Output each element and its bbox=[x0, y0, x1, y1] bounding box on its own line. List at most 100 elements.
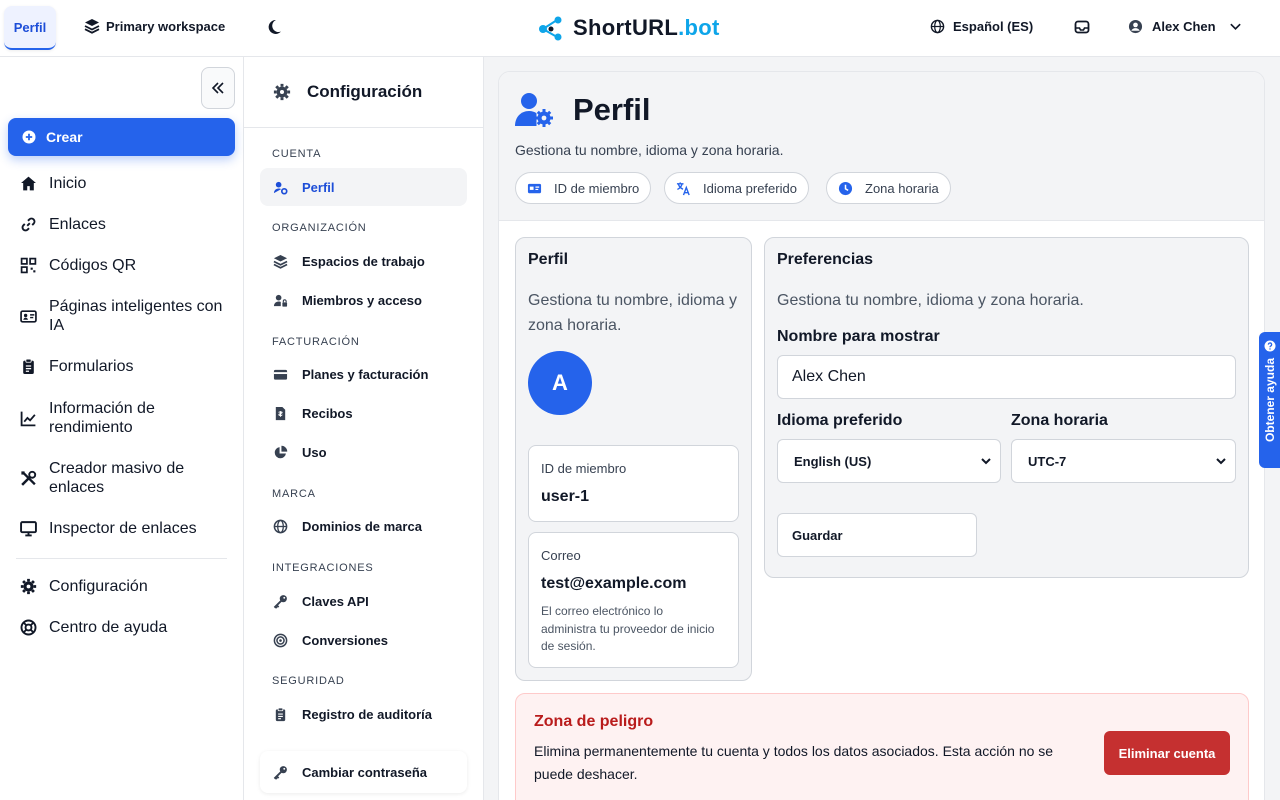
user-menu[interactable]: Alex Chen bbox=[1128, 19, 1242, 34]
display-name-label: Nombre para mostrar bbox=[777, 328, 940, 345]
workspace-switcher[interactable]: Primary workspace bbox=[84, 18, 225, 34]
logo-text: ShortURL.bot bbox=[573, 15, 720, 41]
chevron-down-icon bbox=[1215, 455, 1227, 467]
settings-item-dominios[interactable]: Dominios de marca bbox=[260, 507, 467, 545]
sidebar-item-rendimiento[interactable]: Información de rendimiento bbox=[20, 399, 230, 437]
clipboard-icon bbox=[273, 707, 288, 722]
danger-zone-title: Zona de peligro bbox=[534, 713, 654, 730]
language-select[interactable]: English (US) bbox=[777, 439, 1001, 483]
preferences-card-title: Preferencias bbox=[777, 251, 874, 268]
display-name-input[interactable] bbox=[777, 355, 1236, 399]
sidebar-item-label: Páginas inteligentes con IA bbox=[49, 298, 223, 334]
preferences-card: Preferencias Gestiona tu nombre, idioma … bbox=[764, 237, 1249, 578]
chevron-down-icon bbox=[980, 455, 992, 467]
profile-card-description: Gestiona tu nombre, idioma y zona horari… bbox=[528, 292, 737, 334]
settings-item-planes[interactable]: Planes y facturación bbox=[260, 355, 467, 393]
sidebar-item-configuracion[interactable]: Configuración bbox=[20, 577, 230, 596]
settings-item-recibos[interactable]: Recibos bbox=[260, 394, 467, 432]
link-icon bbox=[20, 216, 37, 233]
user-gear-icon bbox=[273, 180, 288, 195]
settings-item-uso[interactable]: Uso bbox=[260, 433, 467, 471]
settings-item-conversiones[interactable]: Conversiones bbox=[260, 621, 467, 659]
logo-icon bbox=[537, 14, 565, 42]
settings-item-claves-api[interactable]: Claves API bbox=[260, 582, 467, 620]
settings-header: Configuración bbox=[244, 57, 483, 128]
create-button[interactable]: Crear bbox=[8, 118, 235, 156]
logo[interactable]: ShortURL.bot bbox=[537, 14, 720, 42]
settings-item-label: Dominios de marca bbox=[302, 518, 422, 534]
inbox-icon[interactable] bbox=[1074, 19, 1090, 35]
collapse-sidebar-button[interactable] bbox=[201, 67, 235, 109]
settings-item-cambiar-contrasena[interactable]: Cambiar contraseña bbox=[260, 751, 467, 793]
chip-label: ID de miembro bbox=[554, 180, 640, 196]
help-tab[interactable]: Obtener ayuda bbox=[1259, 332, 1280, 468]
sidebar: Crear Inicio Enlaces Códigos QR Páginas … bbox=[0, 57, 244, 800]
member-id-box: ID de miembro user-1 bbox=[528, 445, 739, 522]
language-selector[interactable]: Español (ES) bbox=[930, 19, 1033, 34]
settings-title: Configuración bbox=[307, 82, 423, 101]
sidebar-item-paginas-ia[interactable]: Páginas inteligentes con IA bbox=[20, 297, 230, 335]
sidebar-item-label: Centro de ayuda bbox=[49, 619, 168, 636]
settings-item-label: Planes y facturación bbox=[302, 366, 429, 382]
settings-item-miembros[interactable]: Miembros y acceso bbox=[260, 281, 467, 319]
chip-label: Idioma preferido bbox=[703, 180, 797, 196]
user-name: Alex Chen bbox=[1152, 19, 1216, 34]
member-id-value: user-1 bbox=[541, 488, 590, 505]
chip-label: Zona horaria bbox=[865, 180, 939, 196]
top-bar: Perfil Primary workspace ShortURL.bot Es… bbox=[0, 0, 1280, 57]
settings-item-espacios[interactable]: Espacios de trabajo bbox=[260, 242, 467, 280]
monitor-icon bbox=[20, 520, 37, 537]
settings-item-label: Registro de auditoría bbox=[302, 706, 433, 722]
layers-icon bbox=[273, 254, 288, 269]
pie-chart-icon bbox=[273, 445, 288, 460]
danger-zone: Zona de peligro Elimina permanentemente … bbox=[515, 693, 1249, 800]
sidebar-item-enlaces[interactable]: Enlaces bbox=[20, 215, 230, 234]
sidebar-item-label: Inicio bbox=[49, 175, 87, 192]
tools-icon bbox=[20, 470, 37, 487]
main-content: Perfil Gestiona tu nombre, idioma y zona… bbox=[484, 57, 1280, 800]
page-description: Gestiona tu nombre, idioma y zona horari… bbox=[515, 142, 784, 158]
chip-member-id[interactable]: ID de miembro bbox=[515, 172, 652, 204]
sidebar-item-label: Códigos QR bbox=[49, 257, 137, 274]
page-title: Perfil bbox=[515, 92, 651, 128]
chip-timezone[interactable]: Zona horaria bbox=[826, 172, 951, 204]
save-button[interactable]: Guardar bbox=[777, 513, 977, 557]
member-id-label: ID de miembro bbox=[541, 461, 627, 476]
email-value: test@example.com bbox=[541, 575, 687, 592]
delete-account-button[interactable]: Eliminar cuenta bbox=[1104, 731, 1230, 775]
sidebar-item-centro-ayuda[interactable]: Centro de ayuda bbox=[20, 618, 230, 637]
home-icon bbox=[20, 175, 37, 192]
sidebar-item-codigos-qr[interactable]: Códigos QR bbox=[20, 256, 230, 275]
user-lock-icon bbox=[273, 293, 288, 308]
sidebar-item-formularios[interactable]: Formularios bbox=[20, 357, 230, 376]
sidebar-divider bbox=[16, 558, 227, 559]
sidebar-item-label: Configuración bbox=[49, 578, 148, 595]
section-label-cuenta: CUENTA bbox=[272, 148, 322, 160]
email-box: Correo test@example.com El correo electr… bbox=[528, 532, 739, 668]
workspace-name: Primary workspace bbox=[106, 18, 226, 34]
gear-icon bbox=[273, 83, 291, 101]
lifebuoy-icon bbox=[20, 619, 37, 636]
sidebar-item-label: Enlaces bbox=[49, 216, 106, 233]
settings-item-perfil[interactable]: Perfil bbox=[260, 168, 467, 206]
create-label: Crear bbox=[46, 129, 83, 145]
sidebar-item-label: Información de rendimiento bbox=[49, 400, 155, 436]
sidebar-item-label: Creador masivo de enlaces bbox=[49, 460, 185, 496]
tab-perfil[interactable]: Perfil bbox=[4, 6, 56, 50]
logo-main: ShortURL bbox=[573, 15, 679, 40]
credit-card-icon bbox=[273, 367, 288, 382]
chip-language[interactable]: Idioma preferido bbox=[664, 172, 809, 204]
sidebar-item-creador-masivo[interactable]: Creador masivo de enlaces bbox=[20, 459, 230, 497]
moon-icon[interactable] bbox=[265, 18, 283, 36]
question-circle-icon bbox=[1264, 340, 1276, 352]
page-title-text: Perfil bbox=[573, 92, 651, 127]
settings-item-auditoria[interactable]: Registro de auditoría bbox=[260, 695, 467, 733]
sidebar-item-inspector[interactable]: Inspector de enlaces bbox=[20, 519, 230, 538]
settings-item-label: Miembros y acceso bbox=[302, 292, 422, 308]
clipboard-icon bbox=[20, 358, 37, 375]
sidebar-item-inicio[interactable]: Inicio bbox=[20, 174, 230, 193]
section-label-seguridad: SEGURIDAD bbox=[272, 675, 345, 687]
plus-circle-icon bbox=[22, 130, 36, 144]
timezone-select[interactable]: UTC-7 bbox=[1011, 439, 1236, 483]
key-icon bbox=[273, 594, 288, 609]
